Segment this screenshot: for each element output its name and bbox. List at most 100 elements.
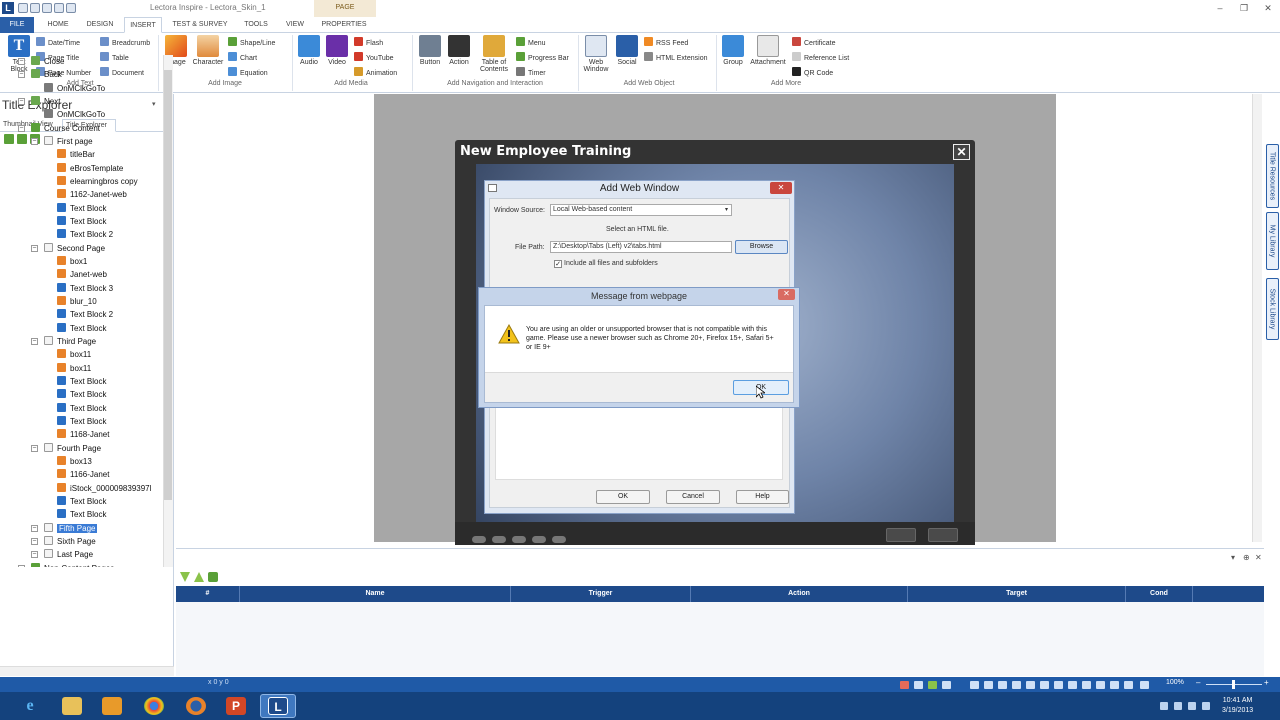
tree-item[interactable]: Text Block (57, 495, 106, 508)
cancel-button[interactable]: Cancel (666, 490, 720, 504)
network-icon[interactable] (1188, 702, 1196, 710)
date-time-button[interactable]: Date/Time (36, 37, 80, 47)
same-height-icon[interactable] (1082, 681, 1091, 689)
youtube-button[interactable]: YouTube (354, 52, 394, 62)
zoom-out-icon[interactable]: – (1196, 678, 1200, 687)
course-close-icon[interactable]: ✕ (953, 144, 970, 160)
tree-item[interactable]: box13 (57, 455, 92, 468)
action-button[interactable]: Action (446, 35, 472, 66)
tree-item[interactable]: 1166-Janet (57, 468, 109, 481)
tree-expander-icon[interactable]: – (18, 565, 25, 567)
tree-item[interactable]: – Course Content (18, 122, 100, 135)
snap-icon[interactable] (1140, 681, 1149, 689)
save-icon[interactable] (18, 3, 28, 13)
tree-item[interactable]: Text Block (57, 415, 106, 428)
grid-icon[interactable] (1110, 681, 1119, 689)
tab-stock-library[interactable]: Stock Library (1266, 278, 1279, 340)
tree-item[interactable]: Text Block 2 (57, 228, 113, 241)
tree-expander-icon[interactable]: – (31, 445, 38, 452)
character-button[interactable]: Character (191, 35, 225, 66)
tree-expander-icon[interactable]: – (31, 538, 38, 545)
align-bottom-icon[interactable] (1040, 681, 1049, 689)
include-files-checkbox[interactable]: ✓ (554, 260, 562, 268)
tree-item[interactable]: Text Block (57, 215, 106, 228)
message-close-icon[interactable]: ✕ (778, 289, 795, 300)
zoom-slider-thumb[interactable] (1232, 680, 1235, 689)
course-next-button[interactable] (928, 528, 958, 542)
tree-expander-icon[interactable]: – (31, 338, 38, 345)
guides-icon[interactable] (1124, 681, 1133, 689)
close-icon[interactable]: ✕ (1255, 553, 1262, 562)
tree-item[interactable]: titleBar (57, 148, 95, 161)
tree-expander-icon[interactable]: – (31, 551, 38, 558)
tree-expander-icon[interactable]: – (31, 245, 38, 252)
spell-check-icon[interactable] (914, 681, 923, 689)
tree-item[interactable]: – Fifth Page (31, 522, 98, 535)
chart-button[interactable]: Chart (228, 52, 257, 62)
canvas-scrollbar[interactable] (1252, 94, 1262, 542)
tree-item[interactable]: box1 (57, 255, 87, 268)
window-source-select[interactable]: Local Web-based content ▾ (550, 204, 732, 216)
align-middle-icon[interactable] (1026, 681, 1035, 689)
redo-icon[interactable] (54, 3, 64, 13)
tree-item[interactable]: – Sixth Page (31, 535, 96, 548)
tree-item[interactable]: iStock_000009839397l (57, 482, 151, 495)
tree-item[interactable]: 1162-Janet-web (57, 188, 127, 201)
tree-scrollbar-thumb[interactable] (164, 70, 172, 500)
tab-file[interactable]: FILE (0, 17, 34, 33)
flag-icon[interactable] (1174, 702, 1182, 710)
add-action-icon[interactable] (208, 572, 218, 582)
pin-icon[interactable]: ⊕ (1243, 553, 1250, 562)
tab-design[interactable]: DESIGN (82, 17, 118, 33)
help-button[interactable]: Help (736, 490, 789, 504)
tree-item[interactable]: – Fourth Page (31, 442, 101, 455)
menu-button[interactable]: Menu (516, 37, 546, 47)
tree-item[interactable]: – Next (18, 95, 60, 108)
certificate-button[interactable]: Certificate (792, 37, 836, 47)
column-number[interactable]: # (176, 586, 240, 602)
tree-item[interactable]: OnMClkGoTo (44, 82, 105, 95)
new-icon[interactable] (30, 3, 40, 13)
tree-item[interactable]: Text Block (57, 322, 106, 335)
tree-item[interactable]: Text Block (57, 202, 106, 215)
tree-expander-icon[interactable]: – (18, 125, 25, 132)
volume-icon[interactable] (1202, 702, 1210, 710)
qr-code-button[interactable]: QR Code (792, 67, 833, 77)
same-width-icon[interactable] (1068, 681, 1077, 689)
animation-button[interactable]: Animation (354, 67, 397, 77)
tree-item[interactable]: – First page (31, 135, 93, 148)
minimize-icon[interactable]: – (1214, 3, 1226, 13)
tab-test-survey[interactable]: TEST & SURVEY (168, 17, 232, 33)
align-left-icon[interactable] (970, 681, 979, 689)
toc-button[interactable]: Table of Contents (474, 35, 514, 73)
layout-icon[interactable] (942, 681, 951, 689)
chevron-down-icon[interactable]: ▾ (1231, 553, 1235, 562)
breadcrumb-button[interactable]: Breadcrumb (100, 37, 150, 47)
equation-button[interactable]: Equation (228, 67, 268, 77)
button-button[interactable]: Button (416, 35, 444, 66)
shape-line-button[interactable]: Shape/Line (228, 37, 275, 47)
tree-item[interactable]: Text Block 3 (57, 282, 113, 295)
tree-item[interactable]: elearningbros copy (57, 175, 138, 188)
tab-title-resources[interactable]: Title Resources (1266, 144, 1279, 208)
rss-feed-button[interactable]: RSS Feed (644, 37, 688, 47)
tree-item[interactable]: eBrosTemplate (57, 162, 123, 175)
tab-home[interactable]: HOME (40, 17, 76, 33)
tray-expand-icon[interactable] (1160, 702, 1168, 710)
tree-item[interactable]: Text Block (57, 508, 106, 521)
tree-item[interactable]: Text Block 2 (57, 308, 113, 321)
tree-expander-icon[interactable]: – (18, 71, 25, 78)
course-menu-icon[interactable] (472, 536, 486, 543)
tree-item[interactable]: – Third Page (31, 335, 96, 348)
tab-view[interactable]: VIEW (280, 17, 310, 33)
column-cond[interactable]: Cond (1126, 586, 1193, 602)
align-top-icon[interactable] (1012, 681, 1021, 689)
tree-item[interactable]: – Close (18, 55, 64, 68)
tree-expander-icon[interactable]: – (31, 525, 38, 532)
column-action[interactable]: Action (691, 586, 908, 602)
tree-item[interactable]: box11 (57, 362, 91, 375)
column-trigger[interactable]: Trigger (511, 586, 691, 602)
html-extension-button[interactable]: HTML Extension (644, 52, 707, 62)
timer-button[interactable]: Timer (516, 67, 546, 77)
tab-insert[interactable]: INSERT (124, 17, 162, 33)
